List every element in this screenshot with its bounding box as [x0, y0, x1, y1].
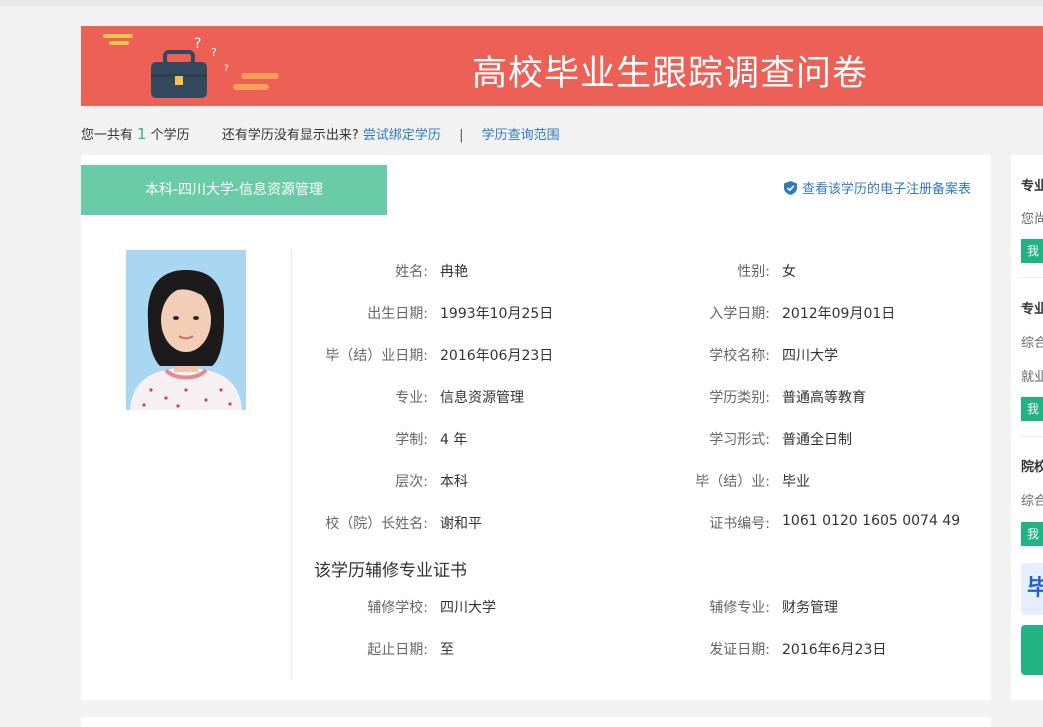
- sidebar-divider-2: [1019, 436, 1043, 437]
- field-enrollment-date-label: 入学日期:: [709, 306, 770, 322]
- field-gender-value: 女: [782, 264, 796, 280]
- field-graduation-status-label: 毕（结）业:: [695, 474, 770, 490]
- field-certificate-number-value: 1061 0120 1605 0074 49: [782, 513, 961, 529]
- svg-text:?: ?: [211, 46, 217, 59]
- field-minor-period-label: 起止日期:: [367, 642, 428, 658]
- field-education-type-label: 学历类别:: [709, 390, 770, 406]
- field-name-label: 姓名:: [395, 264, 428, 280]
- field-gender-label: 性别:: [737, 264, 770, 280]
- sidebar-action-button[interactable]: 我: [1021, 239, 1043, 263]
- sidebar-logo[interactable]: 毕: [1021, 563, 1043, 615]
- field-president-name-label: 校（院）长姓名:: [325, 516, 428, 532]
- shield-icon: [783, 180, 797, 195]
- field-issue-date-value: 2016年6月23日: [782, 642, 887, 658]
- field-minor-school-value: 四川大学: [440, 600, 496, 616]
- field-graduation-status-value: 毕业: [782, 474, 810, 490]
- missing-question: 还有学历没有显示出来?: [221, 128, 359, 143]
- field-level-value: 本科: [440, 474, 468, 490]
- sidebar-text: 您尚: [1021, 212, 1043, 227]
- field-school-name-value: 四川大学: [782, 348, 838, 364]
- education-count: 1: [137, 125, 147, 143]
- sidebar-heading-major-2: 专业: [1021, 302, 1043, 317]
- field-school-name-label: 学校名称:: [709, 348, 770, 364]
- field-birth-date-label: 出生日期:: [367, 306, 428, 322]
- svg-text:?: ?: [194, 36, 201, 52]
- registration-link-label: 查看该学历的电子注册备案表: [801, 182, 971, 197]
- sidebar-heading-major: 专业: [1021, 179, 1043, 194]
- field-study-form-label: 学习形式:: [709, 432, 770, 448]
- banner-title: 高校毕业生跟踪调查问卷: [472, 54, 869, 94]
- field-study-length-label: 学制:: [395, 432, 428, 448]
- field-study-length-value: 4 年: [440, 432, 468, 448]
- registration-record-link[interactable]: 查看该学历的电子注册备案表: [783, 178, 971, 197]
- sidebar-divider: [1019, 277, 1043, 278]
- minor-section-title: 该学历辅修专业证书: [314, 561, 467, 581]
- education-card: 本科-四川大学-信息资源管理 查看该学历的电子注册备案表 姓名: 冉艳 性别: 女出生…: [81, 155, 991, 700]
- field-issue-date-label: 发证日期:: [709, 642, 770, 658]
- sidebar-heading-school: 院校: [1021, 460, 1043, 475]
- field-certificate-number-label: 证书编号:: [709, 516, 770, 532]
- field-minor-school-label: 辅修学校:: [367, 600, 428, 616]
- field-major-value: 信息资源管理: [440, 390, 524, 406]
- query-range-link[interactable]: 学历查询范围: [482, 128, 560, 143]
- briefcase-illustration: ? ? ?: [103, 34, 279, 98]
- field-graduation-date-value: 2016年06月23日: [440, 348, 554, 364]
- svg-text:?: ?: [224, 64, 229, 74]
- summary-prefix: 您一共有: [81, 128, 134, 143]
- sidebar-text-3: 就业: [1021, 370, 1043, 385]
- field-major-label: 专业:: [395, 390, 428, 406]
- divider: [291, 250, 292, 680]
- field-minor-period-value: 至: [440, 642, 454, 658]
- education-summary: 您一共有 1 个学历 还有学历没有显示出来? 尝试绑定学历 | 学历查询范围: [81, 124, 560, 143]
- field-birth-date-value: 1993年10月25日: [440, 306, 554, 322]
- field-graduation-date-label: 毕（结）业日期:: [325, 348, 428, 364]
- bind-education-link[interactable]: 尝试绑定学历: [363, 128, 441, 143]
- field-president-name-value: 谢和平: [440, 516, 482, 532]
- student-photo: [126, 250, 246, 410]
- top-strip: [0, 0, 1043, 6]
- sidebar-text-2: 综合: [1021, 336, 1043, 351]
- field-level-label: 层次:: [395, 474, 428, 490]
- field-minor-major-label: 辅修专业:: [709, 600, 770, 616]
- field-study-form-value: 普通全日制: [782, 432, 852, 448]
- link-separator: |: [459, 128, 464, 143]
- summary-suffix: 个学历: [150, 128, 190, 143]
- education-tab[interactable]: 本科-四川大学-信息资源管理: [81, 165, 387, 215]
- sidebar-action-button-3[interactable]: 我: [1021, 522, 1043, 546]
- sidebar-text-4: 综合: [1021, 494, 1043, 509]
- field-name-value: 冉艳: [440, 264, 468, 280]
- sidebar-action-button-2[interactable]: 我: [1021, 397, 1043, 421]
- field-enrollment-date-value: 2012年09月01日: [782, 306, 896, 322]
- field-minor-major-value: 财务管理: [782, 600, 838, 616]
- right-sidebar: 专业 您尚 我 专业 综合 就业 我 院校 综合 我 毕: [1011, 155, 1043, 700]
- sidebar-green-button[interactable]: [1021, 625, 1043, 675]
- survey-banner[interactable]: ? ? ? 高校毕业生跟踪调查问卷: [81, 26, 1043, 106]
- field-education-type-value: 普通高等教育: [782, 390, 866, 406]
- next-card: [81, 717, 991, 727]
